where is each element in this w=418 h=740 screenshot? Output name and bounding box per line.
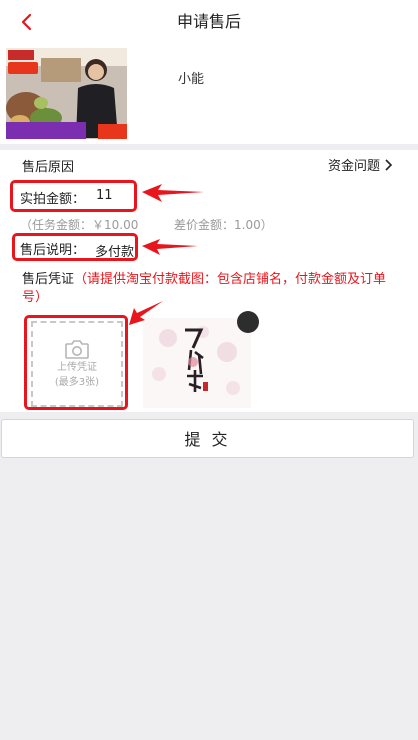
chevron-right-icon [385,158,392,171]
camera-icon [65,340,89,359]
reason-label: 售后原因 [22,160,75,175]
note-label: 售后说明： [20,243,86,258]
upload-label: 上传凭证 [57,362,97,373]
task-amount-text: （任务金额：￥10.00 [20,218,139,232]
product-thumbnail[interactable] [6,48,127,139]
proof-label: 售后凭证 [22,272,75,287]
product-name: 小能 [178,72,205,87]
amount-label: 实拍金额： [20,192,86,207]
page-title: 申请售后 [176,12,241,31]
proof-image[interactable] [143,318,251,408]
delete-image-button[interactable] [237,311,259,333]
upload-proof-button[interactable]: 上传凭证 (最多3张) [31,321,123,407]
reason-selector[interactable]: 资金问题 [328,155,392,174]
submit-button[interactable]: 提 交 [1,419,414,458]
proof-hint: （请提供淘宝付款截图：包含店铺名，付款金额及订单号） [22,272,387,305]
reason-value: 资金问题 [327,159,380,174]
annotation-arrow-upload [129,301,163,325]
amount-input[interactable]: 11 [96,188,113,203]
diff-amount-text: 差价金额：1.00） [174,218,273,232]
annotation-arrow-amount [142,184,204,202]
proof-section-label: 售后凭证（请提供淘宝付款截图：包含店铺名，付款金额及订单号） [22,271,402,307]
after-sale-form: 售后原因 资金问题 实拍金额： 11 （任务金额：￥10.00 差价金额：1.0… [0,150,418,412]
annotation-arrow-note [142,239,198,255]
header-bar: 申请售后 [0,0,418,45]
upload-limit: (最多3张) [54,377,100,388]
product-card: 小能 [0,44,418,144]
note-input[interactable]: 多付款 [95,241,134,260]
